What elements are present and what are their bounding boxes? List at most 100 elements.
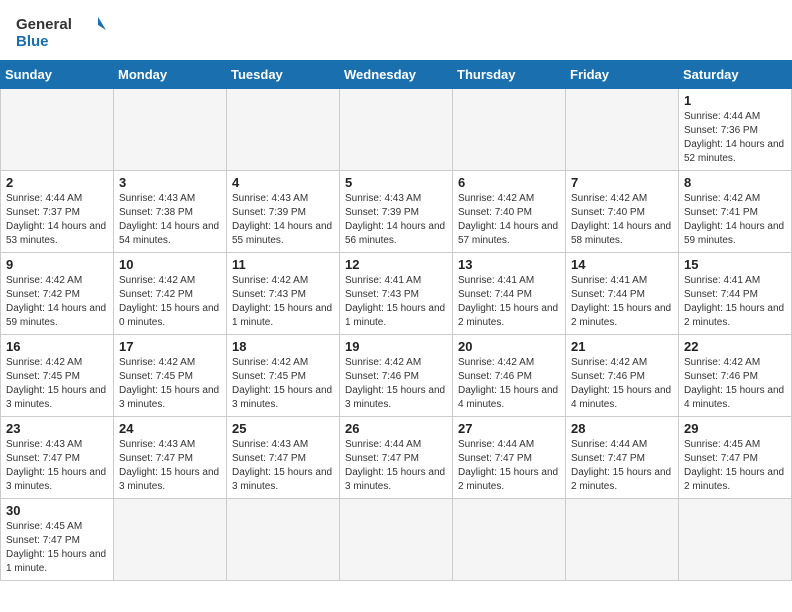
day-number: 4 <box>232 175 334 190</box>
day-number: 6 <box>458 175 560 190</box>
calendar-day-cell: 22 Sunrise: 4:42 AMSunset: 7:46 PMDayligh… <box>679 335 792 417</box>
svg-text:General: General <box>16 16 72 33</box>
day-number: 20 <box>458 339 560 354</box>
day-number: 7 <box>571 175 673 190</box>
day-info: Sunrise: 4:44 AMSunset: 7:47 PMDaylight:… <box>571 438 673 494</box>
svg-text:Blue: Blue <box>16 33 49 50</box>
calendar-day-cell: 30Sunrise: 4:45 AMSunset: 7:47 PMDayligh… <box>1 499 114 581</box>
calendar-day-cell: 3 Sunrise: 4:43 AMSunset: 7:38 PMDaylight… <box>114 171 227 253</box>
day-of-week-header: Friday <box>566 61 679 89</box>
day-number: 21 <box>571 339 673 354</box>
day-info: Sunrise: 4:43 AMSunset: 7:47 PMDaylight:… <box>119 438 221 494</box>
day-of-week-header: Monday <box>114 61 227 89</box>
day-info: Sunrise: 4:43 AMSunset: 7:38 PMDaylight:… <box>119 192 221 248</box>
day-info: Sunrise: 4:42 AMSunset: 7:45 PMDaylight:… <box>6 356 108 412</box>
day-of-week-header: Saturday <box>679 61 792 89</box>
day-number: 24 <box>119 421 221 436</box>
day-info: Sunrise: 4:44 AMSunset: 7:37 PMDaylight:… <box>6 192 108 248</box>
day-number: 27 <box>458 421 560 436</box>
calendar-day-cell <box>227 89 340 171</box>
day-info: Sunrise: 4:42 AMSunset: 7:46 PMDaylight:… <box>571 356 673 412</box>
calendar-day-cell: 28 Sunrise: 4:44 AMSunset: 7:47 PMDayligh… <box>566 417 679 499</box>
calendar-day-cell: 13 Sunrise: 4:41 AMSunset: 7:44 PMDayligh… <box>453 253 566 335</box>
calendar-day-cell <box>227 499 340 581</box>
calendar-day-cell <box>1 89 114 171</box>
calendar-day-cell <box>114 499 227 581</box>
calendar-day-cell: 9Sunrise: 4:42 AMSunset: 7:42 PMDaylight… <box>1 253 114 335</box>
calendar-day-cell: 8Sunrise: 4:42 AMSunset: 7:41 PMDaylight… <box>679 171 792 253</box>
day-number: 17 <box>119 339 221 354</box>
calendar-day-cell: 17 Sunrise: 4:42 AMSunset: 7:45 PMDayligh… <box>114 335 227 417</box>
calendar-day-cell: 29 Sunrise: 4:45 AMSunset: 7:47 PMDayligh… <box>679 417 792 499</box>
day-number: 5 <box>345 175 447 190</box>
day-of-week-header: Tuesday <box>227 61 340 89</box>
day-info: Sunrise: 4:42 AMSunset: 7:42 PMDaylight:… <box>6 274 108 330</box>
calendar-day-cell: 6 Sunrise: 4:42 AMSunset: 7:40 PMDaylight… <box>453 171 566 253</box>
calendar-day-cell: 4 Sunrise: 4:43 AMSunset: 7:39 PMDaylight… <box>227 171 340 253</box>
day-number: 30 <box>6 503 108 518</box>
calendar-week-row: 2Sunrise: 4:44 AMSunset: 7:37 PMDaylight… <box>1 171 792 253</box>
day-info: Sunrise: 4:42 AMSunset: 7:46 PMDaylight:… <box>345 356 447 412</box>
calendar-day-cell: 27 Sunrise: 4:44 AMSunset: 7:47 PMDayligh… <box>453 417 566 499</box>
day-info: Sunrise: 4:45 AMSunset: 7:47 PMDaylight:… <box>684 438 786 494</box>
calendar-week-row: 23 Sunrise: 4:43 AMSunset: 7:47 PMDayligh… <box>1 417 792 499</box>
calendar-day-cell: 21 Sunrise: 4:42 AMSunset: 7:46 PMDayligh… <box>566 335 679 417</box>
day-number: 29 <box>684 421 786 436</box>
calendar-week-row: 1Sunrise: 4:44 AMSunset: 7:36 PMDaylight… <box>1 89 792 171</box>
day-info: Sunrise: 4:41 AMSunset: 7:44 PMDaylight:… <box>684 274 786 330</box>
calendar-day-cell: 14Sunrise: 4:41 AMSunset: 7:44 PMDayligh… <box>566 253 679 335</box>
calendar-week-row: 9Sunrise: 4:42 AMSunset: 7:42 PMDaylight… <box>1 253 792 335</box>
calendar-week-row: 16 Sunrise: 4:42 AMSunset: 7:45 PMDayligh… <box>1 335 792 417</box>
day-number: 23 <box>6 421 108 436</box>
day-info: Sunrise: 4:43 AMSunset: 7:39 PMDaylight:… <box>232 192 334 248</box>
calendar-day-cell: 2Sunrise: 4:44 AMSunset: 7:37 PMDaylight… <box>1 171 114 253</box>
day-info: Sunrise: 4:42 AMSunset: 7:41 PMDaylight:… <box>684 192 786 248</box>
day-info: Sunrise: 4:42 AMSunset: 7:42 PMDaylight:… <box>119 274 221 330</box>
day-info: Sunrise: 4:41 AMSunset: 7:44 PMDaylight:… <box>571 274 673 330</box>
calendar-day-cell: 10 Sunrise: 4:42 AMSunset: 7:42 PMDayligh… <box>114 253 227 335</box>
calendar-day-cell: 15 Sunrise: 4:41 AMSunset: 7:44 PMDayligh… <box>679 253 792 335</box>
calendar-day-cell <box>114 89 227 171</box>
day-info: Sunrise: 4:43 AMSunset: 7:47 PMDaylight:… <box>6 438 108 494</box>
day-info: Sunrise: 4:44 AMSunset: 7:47 PMDaylight:… <box>458 438 560 494</box>
day-number: 25 <box>232 421 334 436</box>
calendar: SundayMondayTuesdayWednesdayThursdayFrid… <box>0 60 792 581</box>
calendar-day-cell <box>340 89 453 171</box>
day-info: Sunrise: 4:42 AMSunset: 7:45 PMDaylight:… <box>119 356 221 412</box>
calendar-day-cell <box>453 89 566 171</box>
day-number: 12 <box>345 257 447 272</box>
logo: General Blue <box>16 12 106 52</box>
calendar-day-cell: 12 Sunrise: 4:41 AMSunset: 7:43 PMDayligh… <box>340 253 453 335</box>
day-number: 13 <box>458 257 560 272</box>
calendar-day-cell <box>340 499 453 581</box>
header: General Blue <box>0 0 792 60</box>
day-number: 10 <box>119 257 221 272</box>
calendar-day-cell <box>566 499 679 581</box>
day-info: Sunrise: 4:41 AMSunset: 7:44 PMDaylight:… <box>458 274 560 330</box>
day-info: Sunrise: 4:43 AMSunset: 7:39 PMDaylight:… <box>345 192 447 248</box>
day-number: 15 <box>684 257 786 272</box>
calendar-day-cell: 16 Sunrise: 4:42 AMSunset: 7:45 PMDayligh… <box>1 335 114 417</box>
calendar-day-cell: 23 Sunrise: 4:43 AMSunset: 7:47 PMDayligh… <box>1 417 114 499</box>
day-info: Sunrise: 4:42 AMSunset: 7:43 PMDaylight:… <box>232 274 334 330</box>
calendar-day-cell: 11Sunrise: 4:42 AMSunset: 7:43 PMDayligh… <box>227 253 340 335</box>
day-of-week-header: Thursday <box>453 61 566 89</box>
day-number: 22 <box>684 339 786 354</box>
day-info: Sunrise: 4:42 AMSunset: 7:46 PMDaylight:… <box>684 356 786 412</box>
day-info: Sunrise: 4:42 AMSunset: 7:40 PMDaylight:… <box>458 192 560 248</box>
day-number: 16 <box>6 339 108 354</box>
calendar-day-cell: 1Sunrise: 4:44 AMSunset: 7:36 PMDaylight… <box>679 89 792 171</box>
day-number: 3 <box>119 175 221 190</box>
calendar-header-row: SundayMondayTuesdayWednesdayThursdayFrid… <box>1 61 792 89</box>
day-number: 28 <box>571 421 673 436</box>
day-of-week-header: Wednesday <box>340 61 453 89</box>
calendar-day-cell: 25Sunrise: 4:43 AMSunset: 7:47 PMDayligh… <box>227 417 340 499</box>
day-info: Sunrise: 4:42 AMSunset: 7:46 PMDaylight:… <box>458 356 560 412</box>
day-number: 1 <box>684 93 786 108</box>
calendar-day-cell: 5 Sunrise: 4:43 AMSunset: 7:39 PMDaylight… <box>340 171 453 253</box>
calendar-day-cell: 7Sunrise: 4:42 AMSunset: 7:40 PMDaylight… <box>566 171 679 253</box>
day-of-week-header: Sunday <box>1 61 114 89</box>
day-info: Sunrise: 4:41 AMSunset: 7:43 PMDaylight:… <box>345 274 447 330</box>
calendar-week-row: 30Sunrise: 4:45 AMSunset: 7:47 PMDayligh… <box>1 499 792 581</box>
calendar-day-cell <box>679 499 792 581</box>
